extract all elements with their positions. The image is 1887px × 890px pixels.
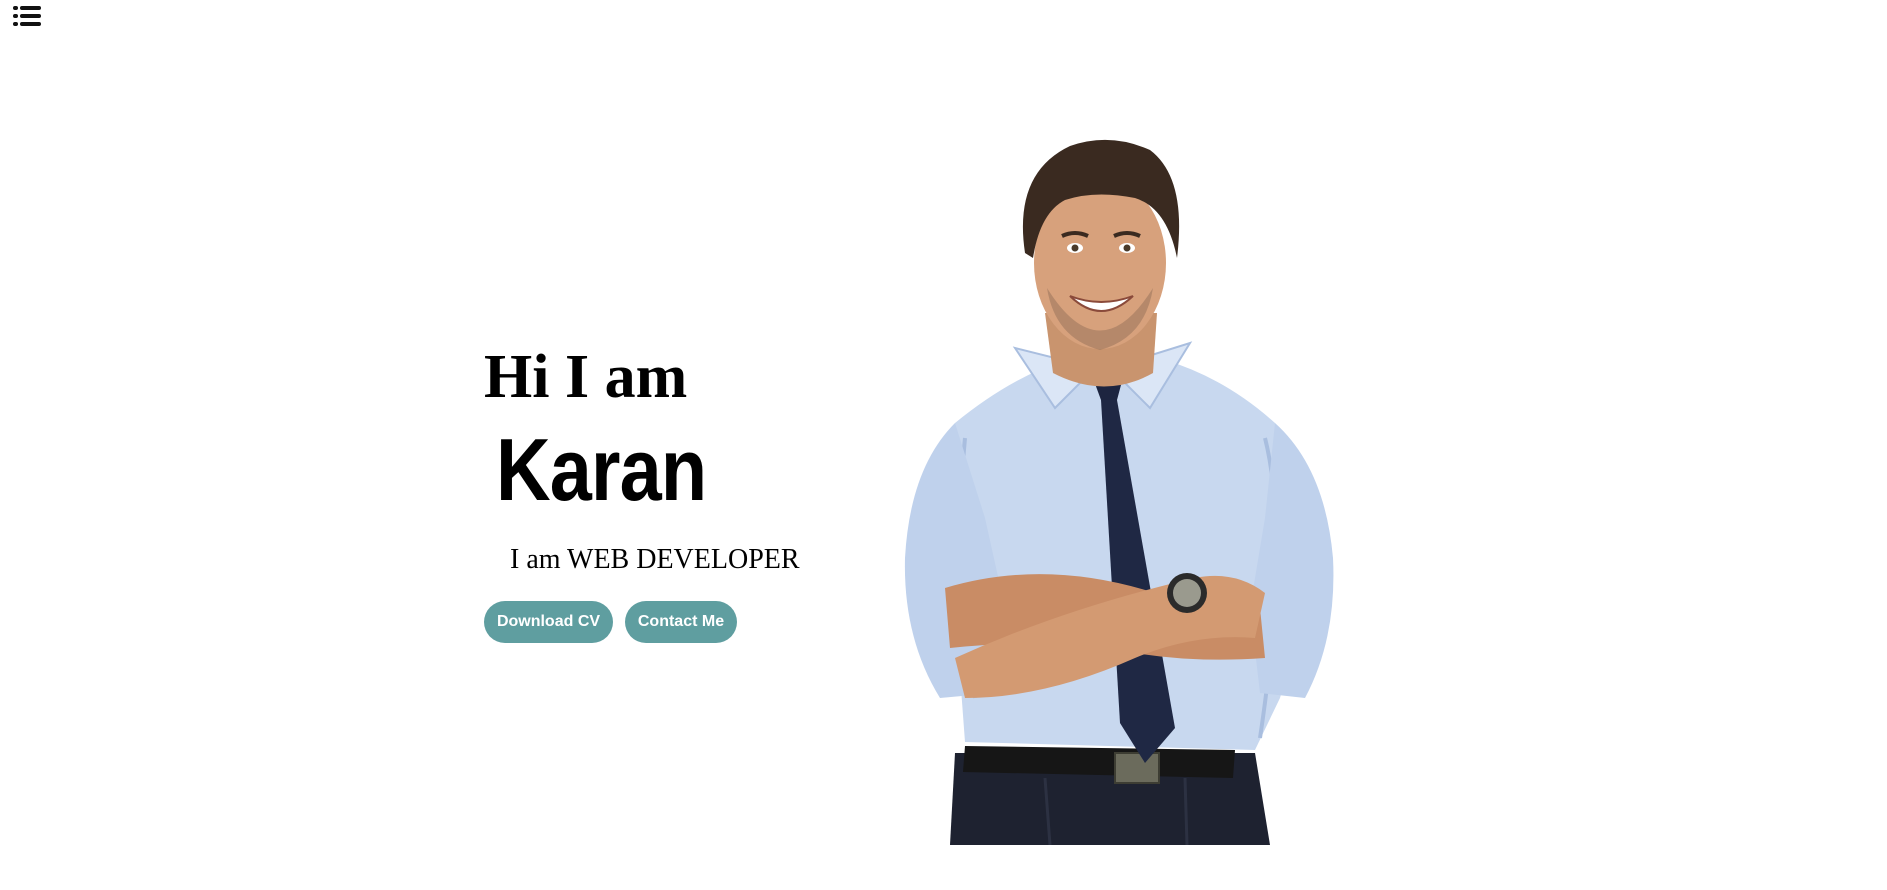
- hero-greeting: Hi I am: [484, 343, 688, 411]
- hero-name: Karan: [496, 420, 707, 519]
- contact-me-button[interactable]: Contact Me: [625, 601, 737, 643]
- download-cv-button[interactable]: Download CV: [484, 601, 613, 643]
- hero-portrait-image: [904, 139, 1334, 845]
- menu-list-icon[interactable]: [13, 5, 41, 27]
- hero-role: I am WEB DEVELOPER: [510, 544, 800, 575]
